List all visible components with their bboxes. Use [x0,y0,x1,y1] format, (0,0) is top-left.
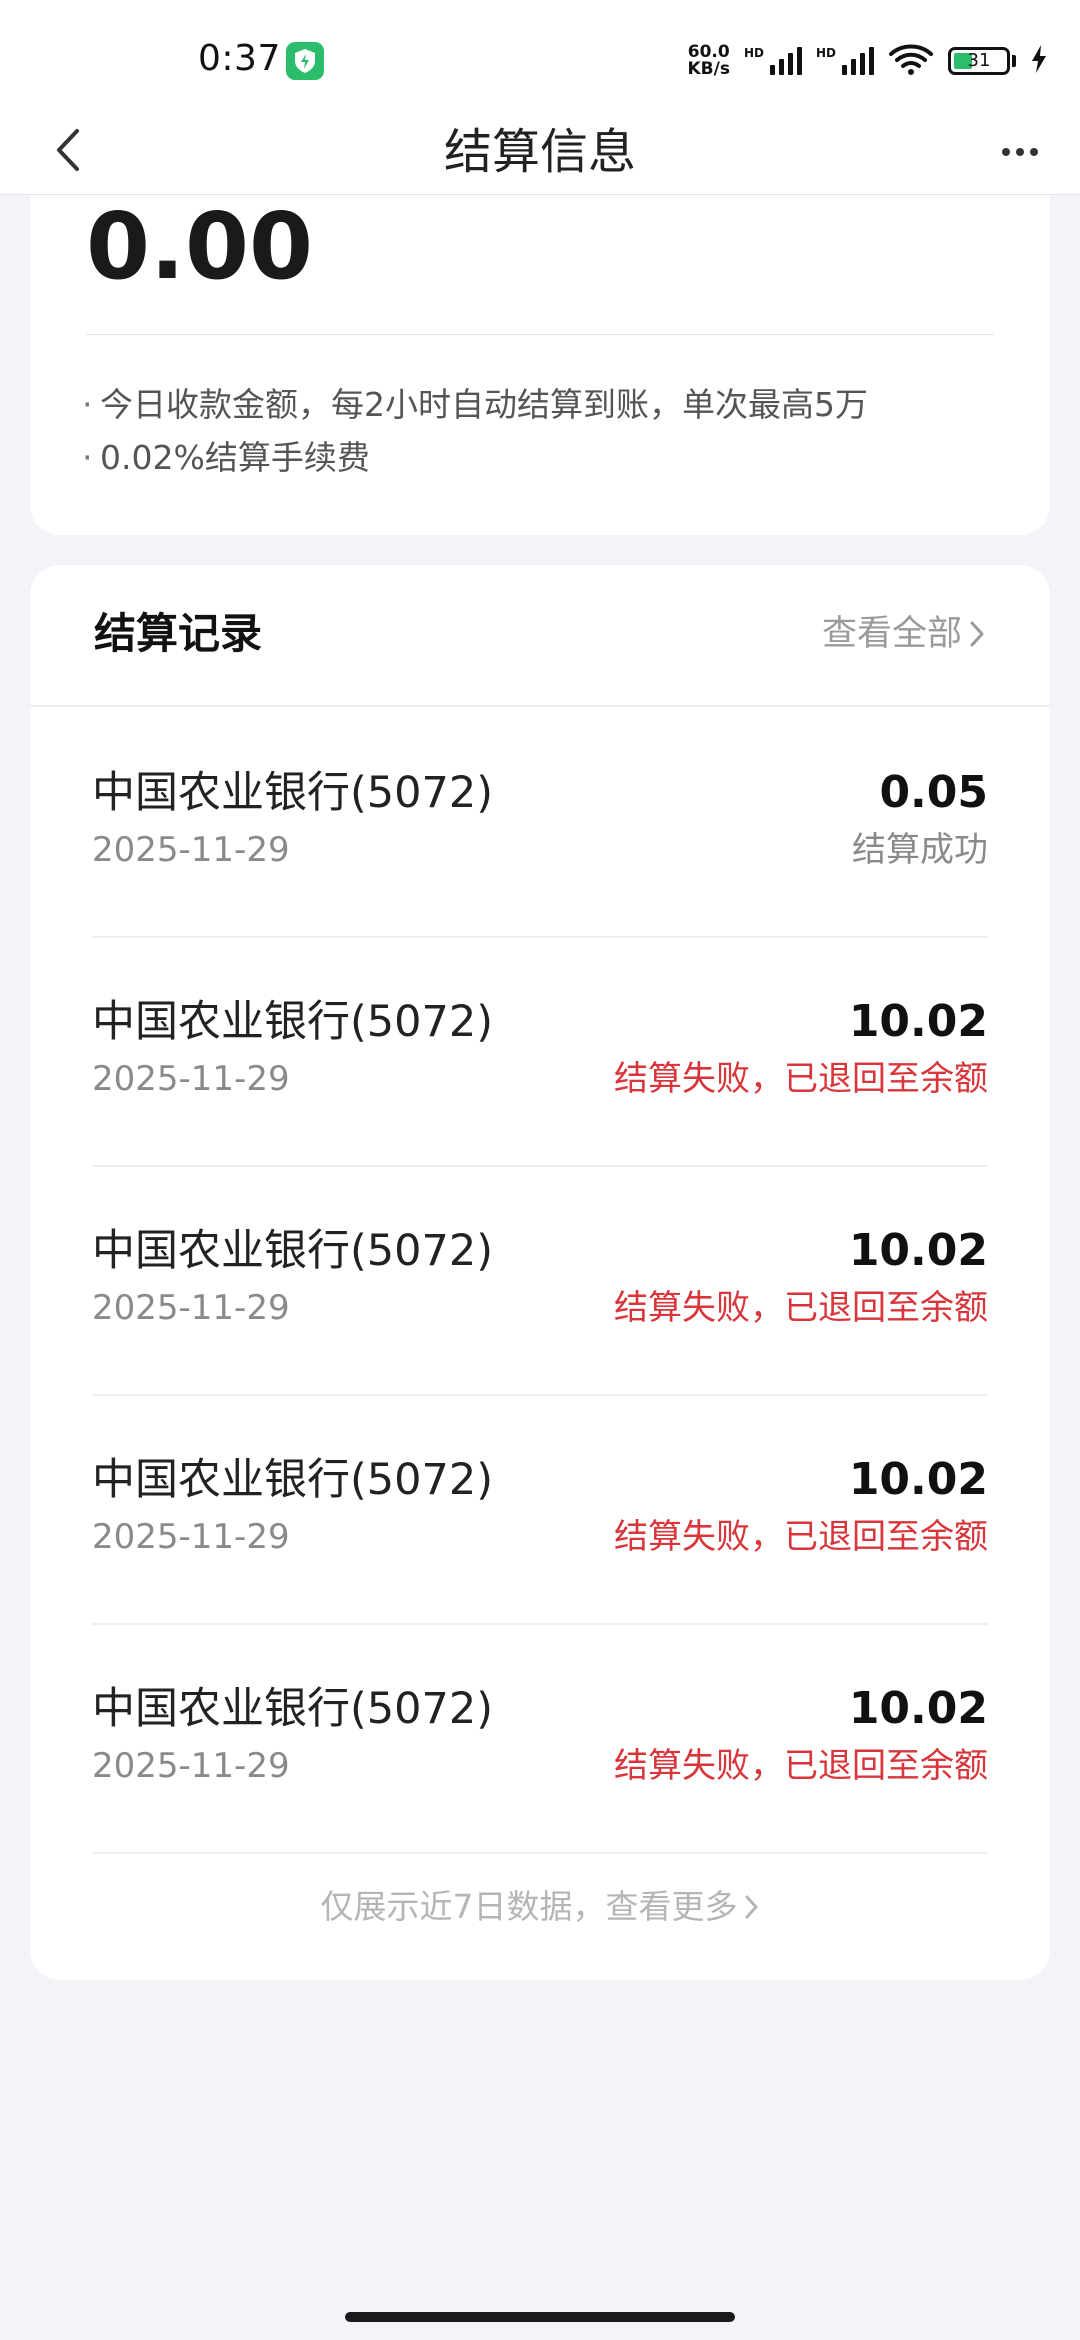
record-bank: 中国农业银行(5072) [92,1226,493,1276]
more-dots-icon [1002,148,1010,156]
record-bank: 中国农业银行(5072) [92,768,493,818]
chevron-right-icon [970,621,984,647]
view-all-label: 查看全部 [821,614,962,654]
record-item[interactable]: 中国农业银行(5072) 2025-11-29 0.05 结算成功 [92,707,988,938]
wifi-icon [888,42,934,80]
signal-icon: HD [744,47,802,75]
record-item[interactable]: 中国农业银行(5072) 2025-11-29 10.02 结算失败，已退回至余… [92,1394,988,1625]
net-speed-unit: KB/s [687,59,730,79]
record-amount: 10.02 [848,1454,988,1505]
record-status: 结算失败，已退回至余额 [614,1288,988,1328]
record-status: 结算失败，已退回至余额 [614,1517,988,1557]
record-bank: 中国农业银行(5072) [92,997,493,1047]
bullet-icon: · [82,438,93,477]
battery-icon: 31 [948,47,1010,75]
record-status: 结算失败，已退回至余额 [614,1746,988,1786]
record-bank: 中国农业银行(5072) [92,1684,493,1734]
chevron-right-icon [745,1895,757,1919]
settlement-amount: 0.00 [86,193,313,300]
records-card: 结算记录 查看全部 中国农业银行(5072) 2025-11-29 0.05 结… [30,565,1050,1980]
more-button[interactable] [990,130,1050,174]
record-item[interactable]: 中国农业银行(5072) 2025-11-29 10.02 结算失败，已退回至余… [92,1623,988,1854]
page-title: 结算信息 [443,124,636,180]
record-item[interactable]: 中国农业银行(5072) 2025-11-29 10.02 结算失败，已退回至余… [92,936,988,1167]
note-text: 0.02%结算手续费 [100,438,370,477]
record-amount: 0.05 [879,767,988,818]
battery-level: 31 [967,50,991,71]
record-date: 2025-11-29 [92,830,290,870]
record-status: 结算失败，已退回至余额 [614,1059,988,1099]
record-bank: 中国农业银行(5072) [92,1455,493,1505]
status-bar: 0:37 60.0 KB/s HD HD 31 [0,0,1080,110]
record-date: 2025-11-29 [92,1746,290,1786]
records-title: 结算记录 [94,609,263,658]
shield-app-icon [286,42,324,80]
status-icons: 60.0 KB/s HD HD 31 [688,38,1049,84]
record-date: 2025-11-29 [92,1288,290,1328]
note-text: 今日收款金额，每2小时自动结算到账，单次最高5万 [100,385,868,424]
hd-label: HD [815,46,836,60]
view-more-label: 仅展示近7日数据，查看更多 [320,1887,738,1926]
records-header: 结算记录 查看全部 [30,565,1050,707]
hd-label: HD [743,46,764,60]
note-item: · 今日收款金额，每2小时自动结算到账，单次最高5万 [82,385,868,425]
summary-card: 0.00 · 今日收款金额，每2小时自动结算到账，单次最高5万 · 0.02%结算手… [30,193,1050,535]
record-item[interactable]: 中国农业银行(5072) 2025-11-29 10.02 结算失败，已退回至余… [92,1165,988,1396]
home-indicator[interactable] [345,2312,735,2322]
status-time: 0:37 [198,38,281,79]
bullet-icon: · [82,385,93,424]
battery-cap [1012,55,1016,67]
record-date: 2025-11-29 [92,1059,290,1099]
record-date: 2025-11-29 [92,1517,290,1557]
record-amount: 10.02 [848,1225,988,1276]
note-item: · 0.02%结算手续费 [82,438,370,478]
charging-icon [1030,44,1048,78]
signal-icon: HD [816,47,874,75]
record-status: 结算成功 [852,830,988,870]
view-all-button[interactable]: 查看全部 [822,611,986,657]
record-amount: 10.02 [848,1683,988,1734]
nav-bar: 结算信息 [0,110,1080,195]
net-speed: 60.0 KB/s [688,44,730,78]
record-amount: 10.02 [848,996,988,1047]
view-more-link[interactable]: 仅展示近7日数据，查看更多 [30,1885,1050,1929]
divider [86,334,994,335]
